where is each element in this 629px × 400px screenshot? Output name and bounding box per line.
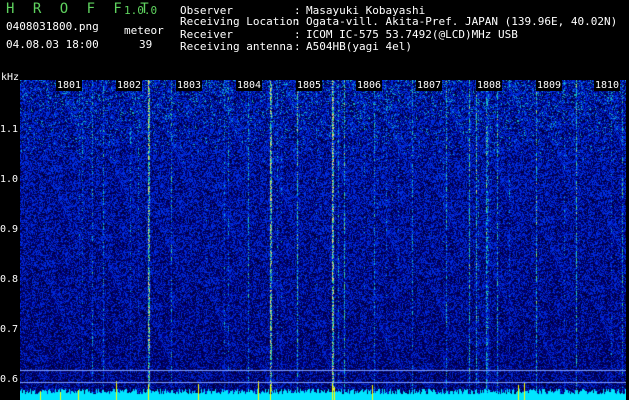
location-value: Ogata-vill. Akita-Pref. JAPAN (139.96E, … — [306, 15, 618, 28]
x-tick-label: 1808 — [476, 80, 503, 91]
y-tick-label: 0.8 — [0, 274, 19, 285]
x-tick-label: 1807 — [416, 80, 443, 91]
y-axis-labels: 1.1 1.0 0.9 0.8 0.7 0.6 — [0, 0, 20, 400]
x-tick-label: 1809 — [536, 80, 563, 91]
location-label: Receiving Location — [180, 15, 300, 28]
y-tick-label: 0.6 — [0, 374, 19, 385]
antenna-label: Receiving antenna — [180, 40, 293, 53]
x-tick-label: 1810 — [594, 80, 621, 91]
x-tick-label: 1802 — [116, 80, 143, 91]
y-tick-label: 0.7 — [0, 324, 19, 335]
app-version: 1.0.0 — [124, 4, 158, 17]
meteor-count-label: meteor — [124, 24, 164, 37]
x-tick-label: 1801 — [56, 80, 83, 91]
x-tick-label: 1804 — [236, 80, 263, 91]
spectrogram-plot — [20, 80, 626, 400]
x-tick-label: 1806 — [356, 80, 383, 91]
antenna-value: A504HB(yagi 4el) — [306, 40, 412, 53]
x-tick-label: 1803 — [176, 80, 203, 91]
colon: : — [294, 15, 301, 28]
meteor-count-value: 39 — [139, 38, 153, 51]
y-tick-label: 1.1 — [0, 124, 19, 135]
y-tick-label: 0.9 — [0, 224, 19, 235]
y-tick-label: 1.0 — [0, 174, 19, 185]
x-tick-label: 1805 — [296, 80, 323, 91]
colon: : — [294, 40, 301, 53]
